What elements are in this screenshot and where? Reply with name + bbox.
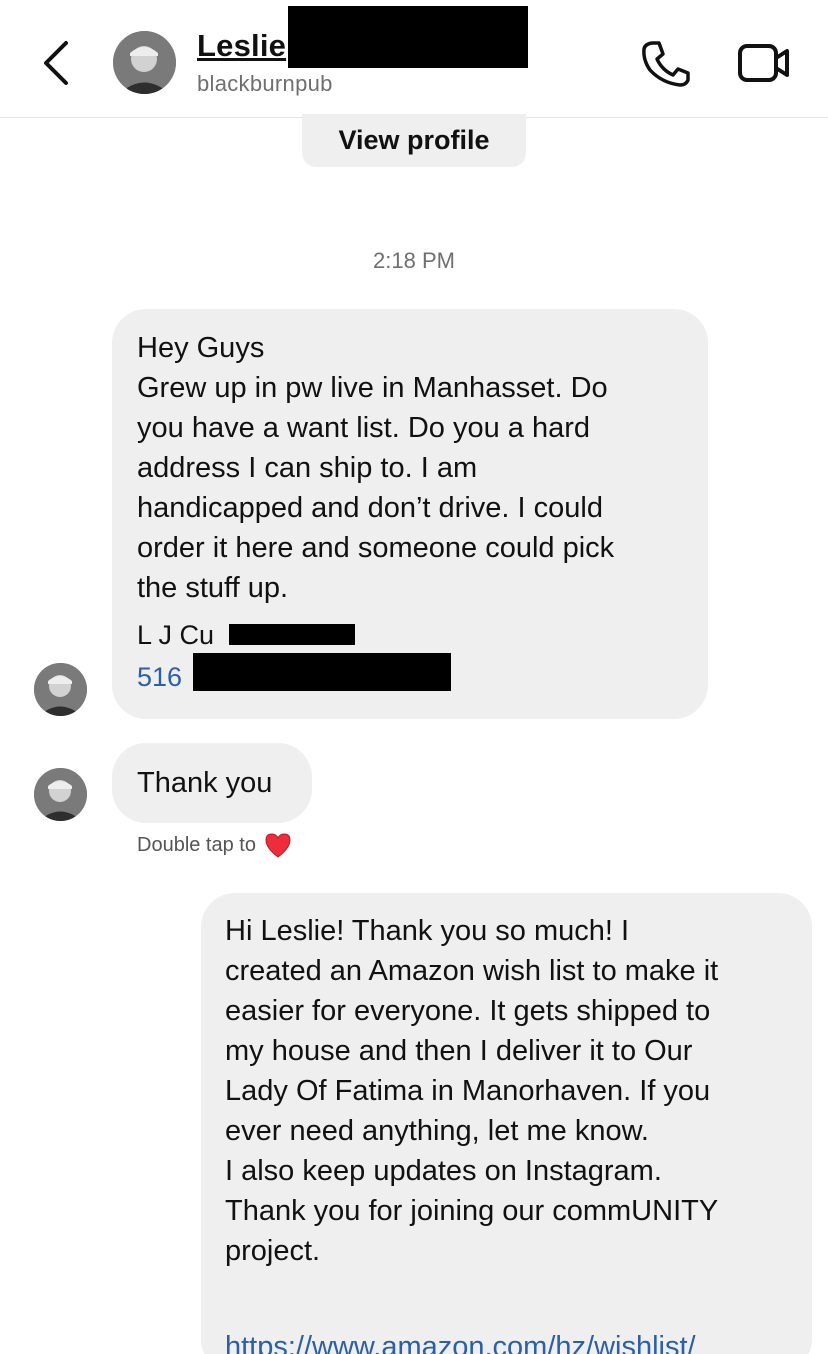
message-line: address I can ship to. I am	[137, 452, 478, 484]
message-line: the stuff up.	[137, 572, 289, 604]
sender-avatar[interactable]	[34, 768, 87, 821]
audio-call-button[interactable]	[638, 38, 692, 88]
message-line: ever need anything, let me know.	[225, 1115, 649, 1147]
chevron-left-icon	[44, 41, 68, 85]
phone-number-text: 516	[137, 662, 183, 692]
message-line: you have a want list. Do you a hard	[137, 412, 590, 444]
wishlist-link[interactable]: https://www.amazon.com/hz/wishlist/	[225, 1327, 792, 1354]
message-line: I also keep updates on Instagram.	[225, 1155, 662, 1187]
message-line: order it here and someone could pick	[137, 532, 615, 564]
message-line: created an Amazon wish list to make it	[225, 955, 719, 987]
double-tap-hint: Double tap to	[137, 832, 292, 858]
back-button[interactable]	[30, 36, 80, 90]
signature-text: L J Cu	[137, 620, 215, 650]
message-line: project.	[225, 1235, 321, 1267]
message-line: Grew up in pw live in Manhasset. Do	[137, 372, 608, 404]
message-line: easier for everyone. It gets shipped to	[225, 995, 711, 1027]
sender-avatar[interactable]	[34, 663, 87, 716]
contact-avatar[interactable]	[113, 31, 176, 94]
contact-handle: blackburnpub	[197, 71, 333, 96]
incoming-message-bubble[interactable]: Thank you	[112, 743, 312, 823]
heart-icon	[265, 833, 291, 858]
message-line: handicapped and don’t drive. I could	[137, 492, 603, 524]
video-camera-icon	[738, 44, 789, 82]
message-timestamp: 2:18 PM	[373, 248, 455, 273]
message-line: Hi Leslie! Thank you so much! I	[225, 915, 630, 947]
redaction-bar	[193, 653, 451, 691]
message-line: Hey Guys	[137, 332, 265, 364]
message-line: my house and then I deliver it to Our	[225, 1035, 693, 1067]
phone-icon	[642, 41, 690, 87]
video-call-button[interactable]	[736, 40, 792, 86]
chat-header: Leslie blackburnpub	[0, 0, 828, 118]
phone-number-link[interactable]: 516	[137, 653, 683, 701]
view-profile-button[interactable]: View profile	[302, 114, 526, 167]
message-signature: L J Cu	[137, 615, 683, 651]
redaction-bar	[229, 624, 355, 645]
contact-name[interactable]: Leslie	[197, 28, 286, 64]
incoming-message-bubble[interactable]: Hey Guys Grew up in pw live in Manhasset…	[112, 309, 708, 719]
double-tap-text: Double tap to	[137, 833, 256, 856]
message-text: Thank you	[137, 767, 273, 799]
message-line: Thank you for joining our commUNITY	[225, 1195, 719, 1227]
message-line: Lady Of Fatima in Manorhaven. If you	[225, 1075, 711, 1107]
outgoing-message-bubble[interactable]: Hi Leslie! Thank you so much! I created …	[201, 893, 812, 1354]
redaction-bar	[288, 6, 528, 68]
